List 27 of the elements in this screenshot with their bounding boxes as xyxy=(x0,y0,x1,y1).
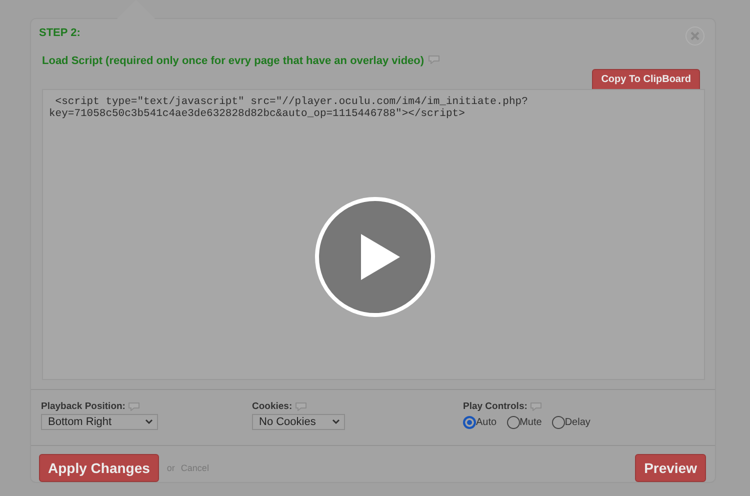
option-label: Play Controls: xyxy=(463,400,528,412)
radio-label: Mute xyxy=(520,417,542,428)
help-icon[interactable] xyxy=(530,402,542,411)
code-line: key=71058c50c3b541c4ae3de632828d82bc&auto_op=1115446788"></script> xyxy=(49,108,466,120)
section-label: Load Script (required only once for evry page that have an overlay video) xyxy=(42,55,424,67)
preview-button[interactable]: Preview xyxy=(635,454,706,482)
option-label: Cookies: xyxy=(252,400,292,412)
radio-label: Delay xyxy=(564,417,590,428)
code-textarea[interactable]: <script type="text/javascript" src="//player.oculu.com/im4/im_initiate.php? key=71058c50c3b541c4ae3de632828d82bc&auto_op=1115446788"></script> xyxy=(42,89,705,380)
copy-button[interactable]: Copy To ClipBoard xyxy=(592,69,700,90)
help-icon[interactable] xyxy=(128,402,140,411)
option-label: Playback Position: xyxy=(41,400,126,412)
radio-label: Auto xyxy=(476,417,497,428)
radio-button[interactable] xyxy=(463,416,476,430)
help-icon[interactable] xyxy=(295,402,308,411)
help-icon[interactable] xyxy=(428,55,440,64)
chevron-icon xyxy=(332,419,340,426)
step-title: STEP 2: xyxy=(39,27,80,39)
dropdown[interactable]: No Cookies xyxy=(252,414,345,430)
chevron-icon xyxy=(145,419,153,426)
apply-button[interactable]: Apply Changes xyxy=(39,454,159,482)
radio-button[interactable] xyxy=(506,416,520,430)
close-icon[interactable] xyxy=(685,26,705,46)
dropdown[interactable]: Bottom Right xyxy=(41,414,158,430)
radio-button[interactable] xyxy=(552,416,565,430)
play-button[interactable] xyxy=(314,196,436,318)
code-line: <script type="text/javascript" src="//player.oculu.com/im4/im_initiate.php? xyxy=(54,96,529,108)
